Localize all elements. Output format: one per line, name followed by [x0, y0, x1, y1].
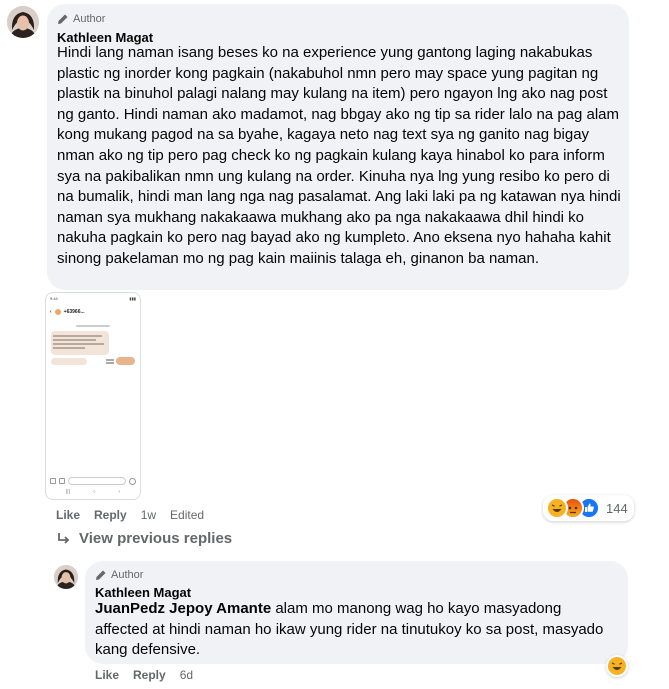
mention-link[interactable]: JuanPedz Jepoy Amante: [95, 600, 271, 617]
author-badge-label: Author: [73, 13, 106, 25]
screenshot-contact-avatar: [54, 309, 61, 315]
commenter-avatar[interactable]: [7, 6, 39, 38]
screenshot-back-icon: ‹: [50, 309, 52, 315]
reply-text-block: JuanPedz Jepoy Amante alam mo manong wag…: [95, 599, 615, 661]
comment-bubble: Author Kathleen Magat Hindi lang naman i…: [47, 4, 629, 290]
reply-button[interactable]: Reply: [94, 508, 127, 522]
screenshot-outgoing-label: [106, 359, 114, 365]
haha-reaction-icon: [546, 497, 568, 519]
screenshot-signal-icon: ▮▮▮: [129, 296, 136, 301]
attached-screenshot[interactable]: 9:44 ▮▮▮ ‹ +63966... ||| ○ ‹: [45, 292, 141, 500]
haha-reaction-icon: [608, 657, 626, 675]
screenshot-divider: [76, 325, 110, 327]
reply-reaction[interactable]: [606, 655, 628, 677]
reply-actions: Like Reply 6d: [95, 668, 207, 682]
view-previous-replies-button[interactable]: View previous replies: [57, 530, 232, 547]
reply-avatar[interactable]: [54, 565, 78, 589]
reply-author-name[interactable]: Kathleen Magat: [95, 585, 191, 600]
reply-author-badge: Author: [95, 569, 143, 581]
reply-author-badge-label: Author: [111, 569, 144, 581]
pencil-icon: [58, 14, 68, 24]
reply-bubble: Author Kathleen Magat JuanPedz Jepoy Ama…: [85, 561, 628, 664]
reaction-count: 144: [606, 500, 628, 516]
comment-actions: Like Reply 1w Edited: [56, 508, 218, 522]
author-badge: Author: [57, 13, 105, 25]
screenshot-header: ‹ +63966...: [50, 307, 136, 317]
comment-time[interactable]: 1w: [141, 508, 156, 522]
screenshot-outgoing-message: [116, 357, 135, 365]
reply-arrow-icon: [58, 532, 70, 544]
reply-reply-button[interactable]: Reply: [133, 668, 166, 682]
like-button[interactable]: Like: [56, 508, 80, 522]
screenshot-contact: +63966...: [63, 309, 85, 315]
pencil-icon: [96, 570, 106, 580]
screenshot-input-bar: [50, 477, 136, 485]
reply-time[interactable]: 6d: [180, 668, 193, 682]
screenshot-status-bar: 9:44 ▮▮▮: [50, 296, 136, 302]
view-previous-replies-label: View previous replies: [79, 530, 233, 547]
edited-label: Edited: [170, 508, 205, 522]
screenshot-incoming-message-2: [51, 358, 87, 365]
screenshot-time: 9:44: [50, 296, 58, 301]
comment-text: Hindi lang naman isang beses ko na exper…: [57, 44, 621, 267]
reply-like-button[interactable]: Like: [95, 668, 119, 682]
reaction-summary[interactable]: 144: [543, 495, 634, 521]
screenshot-incoming-message: [51, 331, 109, 355]
screenshot-nav-bar: ||| ○ ‹: [66, 489, 120, 495]
